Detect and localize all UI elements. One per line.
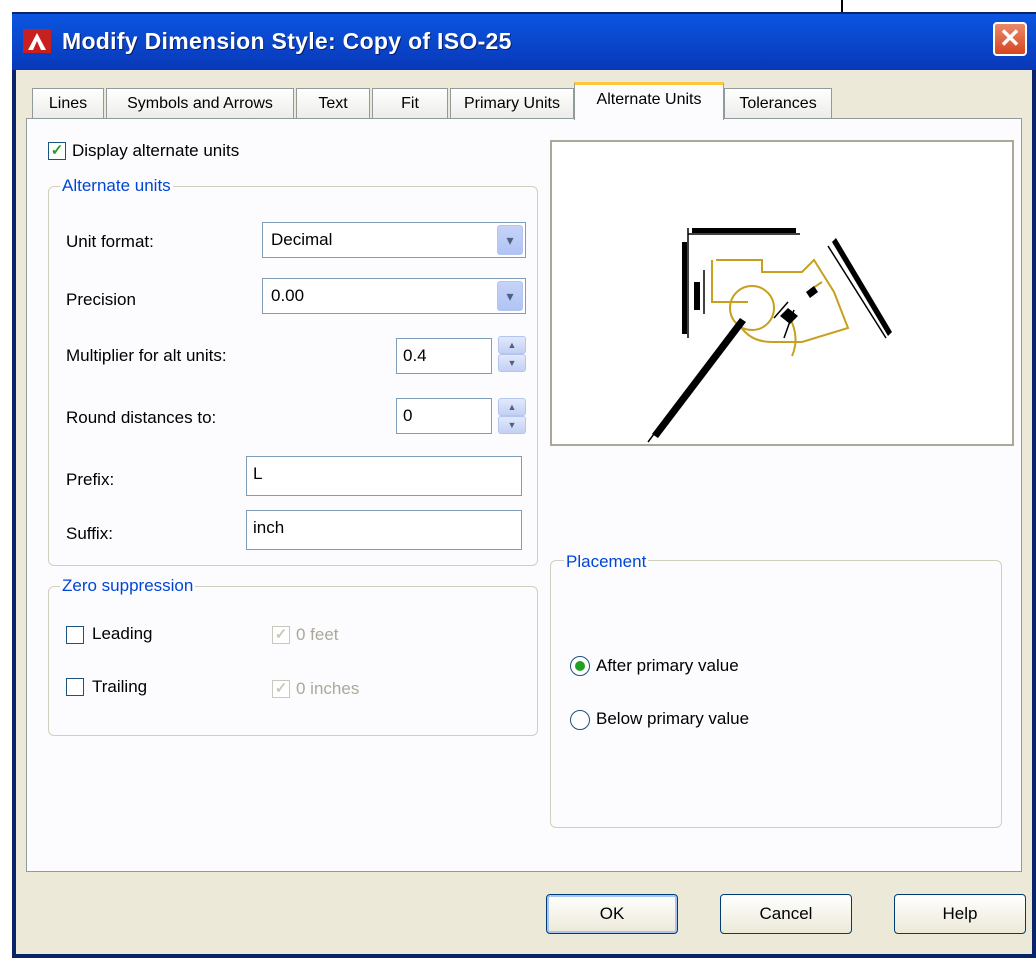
ok-button[interactable]: OK xyxy=(546,894,678,934)
tab-label: Primary Units xyxy=(463,95,560,112)
check-icon: ✓ xyxy=(50,142,64,159)
multiplier-input[interactable]: 0.4 xyxy=(396,338,492,374)
close-icon: ✕ xyxy=(999,23,1021,53)
unit-format-value: Decimal xyxy=(271,230,333,249)
precision-label: Precision xyxy=(66,290,136,309)
dimension-preview xyxy=(550,140,1014,446)
close-button[interactable]: ✕ xyxy=(993,22,1027,56)
tab-primary-units[interactable]: Primary Units xyxy=(450,88,574,118)
zero-inches-checkbox[interactable]: ✓ xyxy=(272,680,290,698)
prefix-input[interactable]: L xyxy=(246,456,522,496)
unit-format-label: Unit format: xyxy=(66,232,154,251)
precision-value: 0.00 xyxy=(271,286,305,305)
round-distances-input[interactable]: 0 xyxy=(396,398,492,434)
chevron-down-icon[interactable]: ▾ xyxy=(497,281,523,311)
trailing-label: Trailing xyxy=(92,677,148,696)
tab-label: Tolerances xyxy=(739,95,817,112)
check-icon: ✓ xyxy=(274,680,288,697)
tab-label: Fit xyxy=(401,95,419,112)
tab-symbols-and-arrows[interactable]: Symbols and Arrows xyxy=(106,88,294,118)
spin-down-icon[interactable]: ▼ xyxy=(498,354,526,372)
preview-drawing xyxy=(647,228,892,443)
display-alternate-units-label: Display alternate units xyxy=(72,141,240,160)
zero-feet-checkbox[interactable]: ✓ xyxy=(272,626,290,644)
below-primary-value-radio[interactable] xyxy=(570,710,590,730)
spin-up-icon[interactable]: ▲ xyxy=(498,398,526,416)
tab-tolerances[interactable]: Tolerances xyxy=(724,88,832,118)
round-distances-value: 0 xyxy=(403,406,413,425)
spin-down-icon[interactable]: ▼ xyxy=(498,416,526,434)
placement-group-label: Placement xyxy=(564,552,649,572)
multiplier-value: 0.4 xyxy=(403,346,427,365)
tab-label: Alternate Units xyxy=(596,91,702,108)
multiplier-spinner[interactable]: ▲ ▼ xyxy=(498,336,526,374)
display-alternate-units-checkbox[interactable]: ✓ xyxy=(48,142,66,160)
prefix-label: Prefix: xyxy=(66,470,115,489)
alternate-units-group-label: Alternate units xyxy=(60,176,173,196)
tab-label: Text xyxy=(318,95,348,112)
round-distances-label: Round distances to: xyxy=(66,408,217,427)
autocad-logo-icon xyxy=(23,29,51,53)
suffix-label: Suffix: xyxy=(66,524,113,543)
spin-up-icon[interactable]: ▲ xyxy=(498,336,526,354)
leading-checkbox[interactable] xyxy=(66,626,84,644)
tab-fit[interactable]: Fit xyxy=(372,88,448,118)
tab-label: Lines xyxy=(48,95,88,112)
chevron-down-icon[interactable]: ▾ xyxy=(497,225,523,255)
zero-suppression-group-label: Zero suppression xyxy=(60,576,196,596)
tab-text[interactable]: Text xyxy=(296,88,370,118)
placement-group xyxy=(550,560,1002,828)
check-icon: ✓ xyxy=(274,626,288,643)
zero-inches-label: 0 inches xyxy=(296,679,360,698)
precision-dropdown[interactable]: 0.00 ▾ xyxy=(262,278,526,314)
after-primary-value-label: After primary value xyxy=(596,656,739,675)
below-primary-value-label: Below primary value xyxy=(596,709,750,728)
prefix-value: L xyxy=(253,464,263,483)
tab-lines[interactable]: Lines xyxy=(32,88,104,118)
suffix-value: inch xyxy=(253,518,285,537)
tab-alternate-units[interactable]: Alternate Units xyxy=(574,82,724,120)
unit-format-dropdown[interactable]: Decimal ▾ xyxy=(262,222,526,258)
zero-feet-label: 0 feet xyxy=(296,625,339,644)
round-distances-spinner[interactable]: ▲ ▼ xyxy=(498,398,526,436)
tab-label: Symbols and Arrows xyxy=(127,95,273,112)
window-title: Modify Dimension Style: Copy of ISO-25 xyxy=(62,28,512,54)
leading-label: Leading xyxy=(92,624,153,643)
help-button[interactable]: Help xyxy=(894,894,1026,934)
zero-suppression-group xyxy=(48,586,538,736)
multiplier-label: Multiplier for alt units: xyxy=(66,346,227,365)
trailing-checkbox[interactable] xyxy=(66,678,84,696)
suffix-input[interactable]: inch xyxy=(246,510,522,550)
cancel-button[interactable]: Cancel xyxy=(720,894,852,934)
after-primary-value-radio[interactable] xyxy=(570,656,590,676)
